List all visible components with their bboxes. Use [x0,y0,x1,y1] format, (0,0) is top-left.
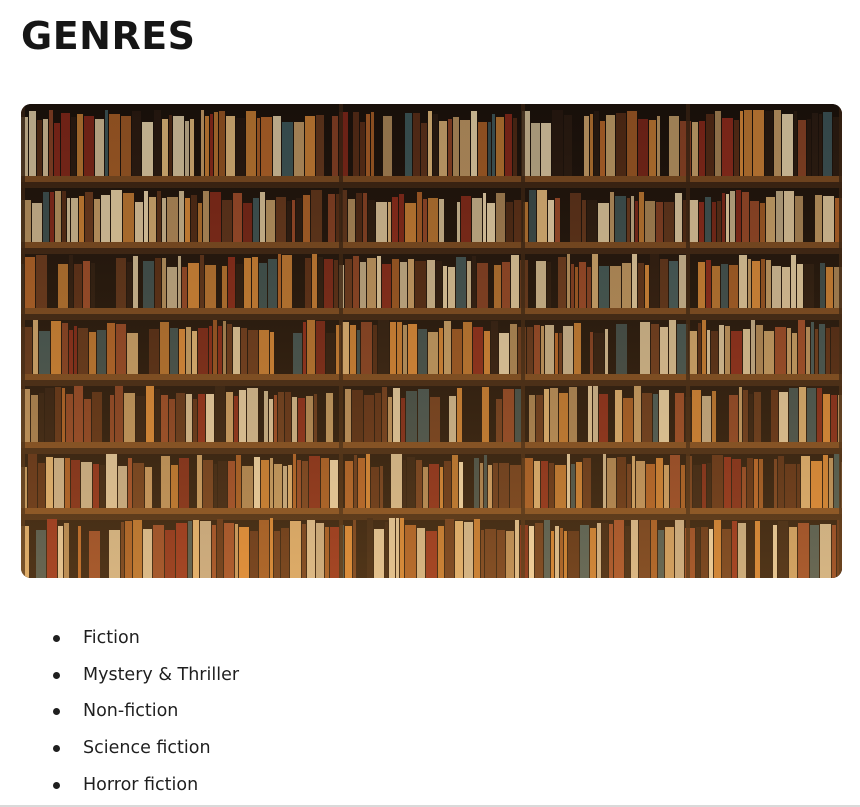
genre-item-horror-fiction: Horror fiction [53,767,239,804]
bullet-icon [53,635,60,642]
genre-label: Mystery & Thriller [83,664,240,685]
bullet-icon [53,745,60,753]
bullet-icon [53,671,60,679]
genre-list: Fiction Mystery & Thriller Non-fiction S… [21,620,239,804]
bullet-icon [53,708,60,716]
genre-item-fiction: Fiction [53,620,239,657]
hero-image [21,104,842,578]
genre-item-mystery-thriller: Mystery & Thriller [53,657,240,694]
genre-item-non-fiction: Non-fiction [53,693,239,730]
lighting-overlay [21,104,842,578]
genre-label: Fiction [83,628,140,648]
genre-label: Non-fiction [83,701,179,722]
genre-label: Horror fiction [83,774,199,795]
genre-item-science-fiction: Science fiction [53,730,239,767]
bullet-icon [53,781,60,789]
genre-label: Science fiction [83,738,211,759]
page-title: GENRES [21,14,196,58]
bookshelf-photo [21,104,842,578]
